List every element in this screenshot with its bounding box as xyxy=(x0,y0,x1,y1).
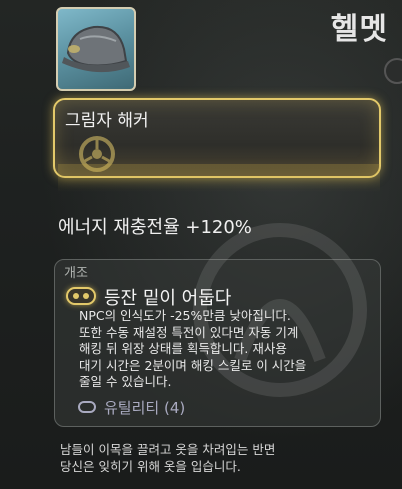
equipped-mod-name: 그림자 해커 xyxy=(65,111,149,131)
utility-slot-icon xyxy=(78,401,96,413)
helmet-cap-icon xyxy=(62,25,130,73)
item-type-title: 헬멧 xyxy=(330,12,388,47)
flavor-text: 남들이 이목을 끌려고 옷을 차려입는 반면 당신은 잊히기 위해 옷을 입습니… xyxy=(60,442,276,474)
utility-label: 유틸리티 (4) xyxy=(104,399,186,417)
mod-glow-divider xyxy=(58,164,380,192)
mod-title: 등잔 밑이 어둡다 xyxy=(104,288,232,309)
item-header: 헬멧 xyxy=(0,0,402,100)
mod-section-label: 개조 xyxy=(64,266,88,281)
helmet-thumbnail[interactable] xyxy=(56,7,136,91)
mod-description: NPC의 인식도가 -25%만큼 낮아집니다. 또한 수동 재설정 특전이 있다… xyxy=(79,308,307,389)
scroll-knob[interactable] xyxy=(384,58,402,84)
mod-capsule-icon xyxy=(66,287,96,305)
